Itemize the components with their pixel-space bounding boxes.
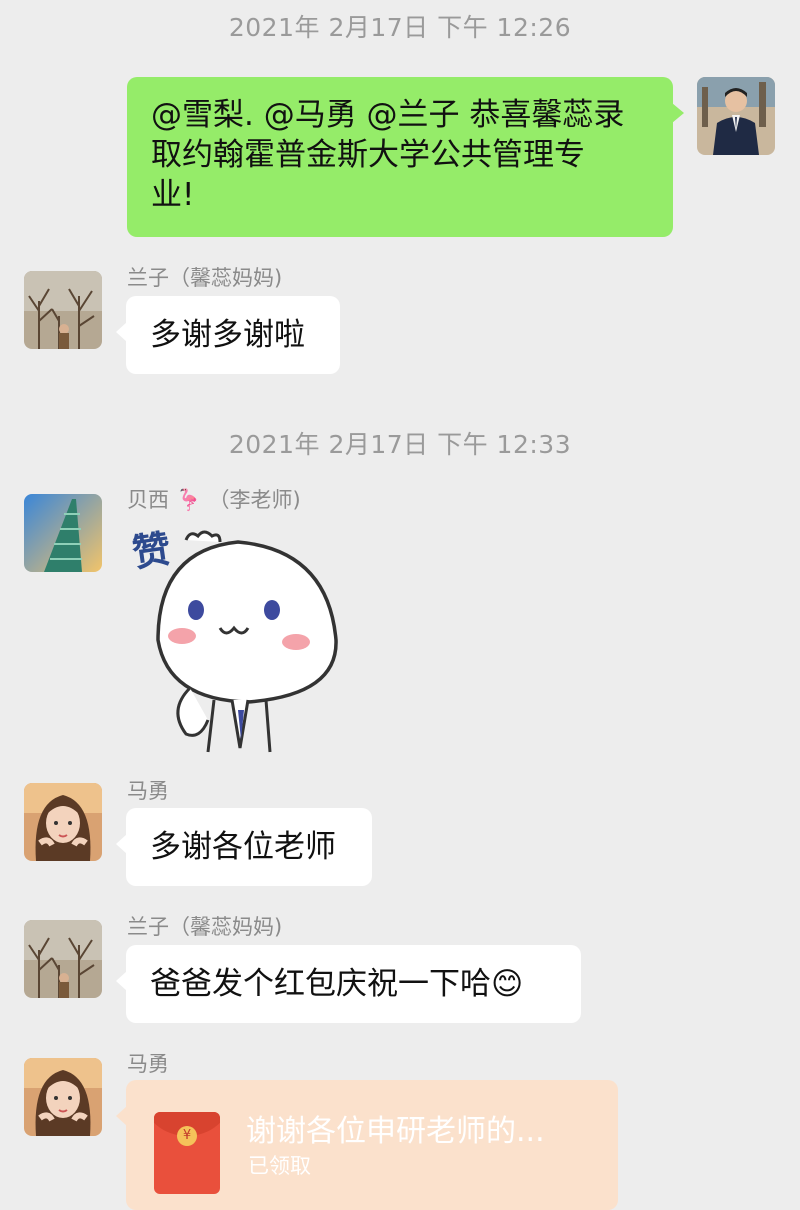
message-text-line: 业! — [151, 177, 195, 213]
incoming-message-bubble[interactable]: 爸爸发个红包庆祝一下哈😊 — [116, 945, 581, 1023]
girl-portrait-avatar-icon — [24, 1058, 102, 1136]
sender-name: 兰子（馨蕊妈妈) — [127, 266, 283, 290]
sender-name: 贝西 🦩 （李老师) — [127, 484, 301, 514]
sender-name: 马勇 — [127, 779, 169, 803]
message-text: 爸爸发个红包庆祝一下哈 — [150, 966, 491, 1002]
dumpling-sticker-icon — [156, 530, 338, 753]
red-packet-title: 谢谢各位申研老师的... — [246, 1114, 545, 1149]
sticker-message[interactable]: 赞 — [128, 520, 358, 755]
sender-name-text: 贝西 — [127, 488, 169, 512]
lanzi-avatar[interactable] — [24, 920, 102, 998]
bare-trees-avatar-icon — [24, 271, 102, 349]
smile-emoji-icon: 😊 — [491, 966, 524, 1002]
message-text-line: @雪梨. @马勇 @兰子 恭喜馨蕊录 — [151, 97, 625, 133]
man-in-suit-avatar-icon — [697, 77, 775, 155]
bare-trees-avatar-icon — [24, 920, 102, 998]
sender-name: 马勇 — [127, 1052, 169, 1076]
red-envelope-seal: ¥ — [177, 1126, 197, 1146]
lanzi-avatar[interactable] — [24, 271, 102, 349]
incoming-message-bubble[interactable]: 多谢多谢啦 — [116, 296, 340, 374]
mayong-avatar[interactable] — [24, 783, 102, 861]
timestamp: 2021年 2月17日 下午 12:33 — [228, 430, 572, 459]
sender-note: （李老师) — [208, 488, 301, 512]
tower-avatar-icon — [24, 494, 102, 572]
message-text: 多谢各位老师 — [150, 829, 336, 865]
self-avatar[interactable] — [697, 77, 775, 155]
outgoing-message-bubble[interactable]: @雪梨. @马勇 @兰子 恭喜馨蕊录 取约翰霍普金斯大学公共管理专 业! — [127, 77, 684, 237]
mayong-avatar[interactable] — [24, 1058, 102, 1136]
timestamp: 2021年 2月17日 下午 12:26 — [228, 13, 572, 42]
sender-name: 兰子（馨蕊妈妈) — [127, 915, 283, 939]
beixi-avatar[interactable] — [24, 494, 102, 572]
incoming-message-bubble[interactable]: 多谢各位老师 — [116, 808, 372, 886]
red-packet-message[interactable]: ¥ 谢谢各位申研老师的... 已领取 — [116, 1080, 618, 1210]
girl-portrait-avatar-icon — [24, 783, 102, 861]
message-text: 多谢多谢啦 — [150, 317, 305, 353]
red-envelope-icon: ¥ — [154, 1112, 220, 1194]
red-packet-status: 已领取 — [248, 1154, 311, 1178]
message-text-line: 取约翰霍普金斯大学公共管理专 — [151, 137, 585, 173]
flamingo-emoji: 🦩 — [175, 488, 202, 512]
